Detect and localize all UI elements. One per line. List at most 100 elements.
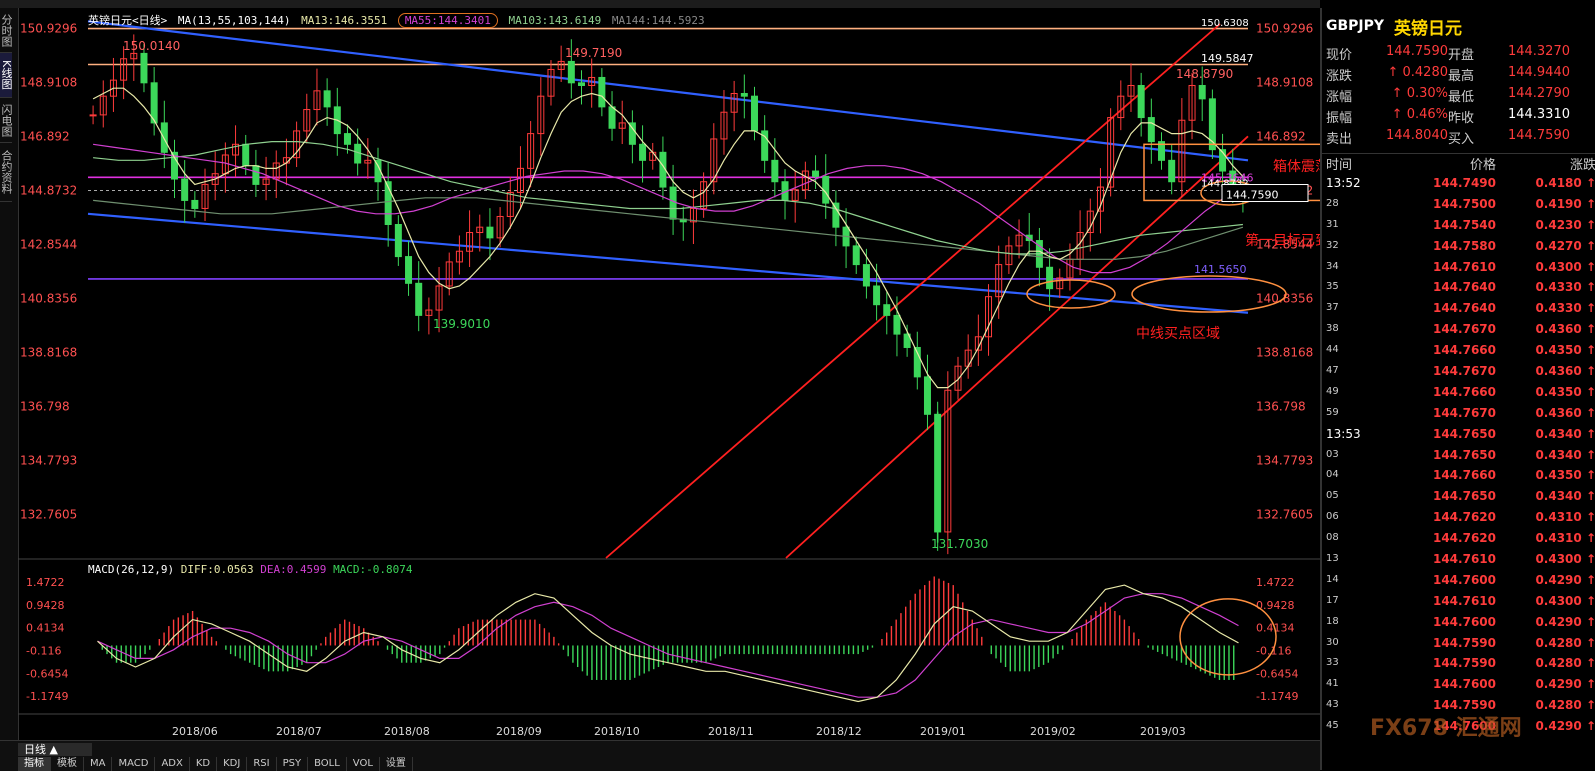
- tick-row: 41 144.7600 0.4290 ↑: [1326, 674, 1595, 695]
- y-tick-left: 148.9108: [20, 76, 77, 90]
- tick-row: 13:53 144.7650 0.4340 ↑: [1326, 424, 1595, 445]
- candle-body: [608, 106, 616, 129]
- tick-p: 144.7600: [1432, 614, 1496, 629]
- left-nav: 分时图 K线图 闪电图 合约资料: [0, 8, 19, 740]
- candle-body: [893, 314, 901, 335]
- indicator-tab[interactable]: VOL: [347, 757, 380, 771]
- tick-t: 31: [1326, 218, 1339, 230]
- channel-lower-blue: [87, 212, 1249, 314]
- tick-row: 35 144.7640 0.4330 ↑: [1326, 277, 1595, 298]
- legend-ma55: MA55:144.3401: [397, 13, 498, 28]
- tick-list[interactable]: 13:52 144.7490 0.4180 ↑ 28 144.7500 0.4190 ↑ 3…: [1322, 173, 1595, 737]
- nav-tab[interactable]: K线图: [0, 53, 13, 98]
- indicator-tab[interactable]: MACD: [112, 757, 156, 771]
- nav-tab[interactable]: 闪电图: [0, 98, 13, 143]
- tick-row: 03 144.7650 0.4340 ↑: [1326, 445, 1595, 466]
- tick-t: 04: [1326, 469, 1339, 481]
- tick-row: 38 144.7670 0.4360 ↑: [1326, 319, 1595, 340]
- candle-body: [1137, 84, 1145, 119]
- macd-y-tick-left: -0.116: [26, 644, 61, 657]
- tick-row: 05 144.7650 0.4340 ↑: [1326, 486, 1595, 507]
- quote-l2: 最高: [1448, 69, 1475, 84]
- tick-t: 17: [1326, 594, 1339, 606]
- macd-y-tick-left: 1.4722: [26, 576, 65, 589]
- indicator-tab[interactable]: ADX: [155, 757, 190, 771]
- tick-p: 144.7670: [1432, 322, 1496, 337]
- top-toolbar: 返回首页15153060日周月季年tick多日自选股屏蔽画图通知资讯学校: [0, 0, 1320, 8]
- quote-v1: ↑ 0.30%: [1391, 86, 1448, 101]
- quote-v1: ↑ 0.46%: [1391, 107, 1448, 122]
- high-label-3: 148.8790: [1176, 67, 1233, 81]
- tick-p: 144.7650: [1432, 426, 1496, 441]
- level-label-141: 141.5650: [1194, 263, 1247, 276]
- ma103-line: [93, 141, 1243, 255]
- indicator-tab[interactable]: KDJ: [217, 757, 248, 771]
- tick-c: 0.4300 ↑: [1535, 552, 1595, 567]
- tick-p: 144.7540: [1432, 217, 1496, 232]
- candle-body: [852, 245, 860, 266]
- candle-body: [750, 95, 758, 132]
- tick-t: 28: [1326, 197, 1339, 209]
- indicator-tab[interactable]: 模板: [51, 757, 84, 771]
- x-tick-label: 2018/07: [276, 725, 322, 738]
- quote-v2: 144.2790: [1507, 86, 1570, 101]
- tick-t: 33: [1326, 657, 1339, 669]
- macd-y-tick-right: -0.6454: [1256, 667, 1298, 680]
- tick-row: 13:52 144.7490 0.4180 ↑: [1326, 173, 1595, 194]
- quote-v2: 144.9440: [1507, 65, 1570, 80]
- y-tick-left: 136.798: [20, 399, 70, 413]
- y-tick-right: 136.798: [1256, 399, 1306, 413]
- indicator-tab[interactable]: PSY: [277, 757, 309, 771]
- tick-t: 59: [1326, 406, 1339, 418]
- tick-t: 34: [1326, 260, 1339, 272]
- quote-v2: 144.7590: [1507, 128, 1570, 143]
- tick-c: 0.4330 ↑: [1535, 280, 1595, 295]
- indicator-tab[interactable]: RSI: [247, 757, 277, 771]
- y-tick-left: 142.8544: [20, 237, 77, 251]
- tick-t: 06: [1326, 511, 1339, 523]
- tick-table-header: 时间 价格 涨跌: [1322, 153, 1595, 173]
- tick-c: 0.4230 ↑: [1535, 217, 1595, 232]
- tick-t: 44: [1326, 344, 1339, 356]
- tick-p: 144.7490: [1432, 176, 1496, 190]
- x-tick-label: 2019/02: [1030, 725, 1076, 738]
- period-selector[interactable]: 日线 ▲: [18, 743, 92, 756]
- tick-row: 08 144.7620 0.4310 ↑: [1326, 528, 1595, 549]
- macd-value: MACD:-0.8074: [333, 563, 413, 576]
- quote-grid: 现价 144.7590 开盘 144.3270 涨跌 ↑ 0.4280 最高 144.9440…: [1322, 44, 1595, 147]
- nav-tab[interactable]: 分时图: [0, 8, 13, 53]
- tick-p: 144.7660: [1432, 343, 1496, 358]
- x-tick-label: 2019/01: [920, 725, 966, 738]
- macd-dea: DEA:0.4599: [260, 563, 327, 576]
- nav-tab[interactable]: 合约资料: [0, 143, 13, 202]
- indicator-tab[interactable]: KD: [190, 757, 218, 771]
- quote-l2: 开盘: [1448, 48, 1475, 63]
- indicator-tab[interactable]: MA: [84, 757, 113, 771]
- tick-p: 144.7660: [1432, 384, 1496, 399]
- watermark-logo: FX678 汇通网: [1370, 716, 1522, 741]
- th-time: 时间: [1326, 158, 1353, 173]
- candle-body: [740, 93, 748, 97]
- tick-c: 0.4190 ↑: [1535, 196, 1595, 211]
- indicator-tab[interactable]: 指标: [18, 757, 51, 771]
- tick-row: 31 144.7540 0.4230 ↑: [1326, 215, 1595, 236]
- indicator-tab[interactable]: BOLL: [308, 757, 347, 771]
- candle-body: [669, 186, 677, 220]
- tick-row: 32 144.7580 0.4270 ↑: [1326, 236, 1595, 257]
- tick-c: 0.4350 ↑: [1535, 468, 1595, 483]
- tick-p: 144.7590: [1432, 635, 1496, 650]
- tick-c: 0.4350 ↑: [1535, 343, 1595, 358]
- tick-row: 49 144.7660 0.4350 ↑: [1326, 382, 1595, 403]
- y-tick-left: 138.8168: [20, 345, 77, 359]
- candle-body: [89, 114, 97, 117]
- quote-v1: ↑ 0.4280: [1387, 65, 1448, 80]
- x-tick-label: 2018/06: [172, 725, 218, 738]
- tick-p: 144.7640: [1432, 301, 1496, 316]
- tick-p: 144.7620: [1432, 531, 1496, 546]
- candle-body: [1046, 266, 1054, 290]
- low-label-2: 131.7030: [931, 537, 988, 551]
- tick-t: 05: [1326, 490, 1339, 502]
- indicator-tab[interactable]: 设置: [380, 757, 413, 771]
- note-first-target: 第一目标已到达: [1245, 232, 1320, 249]
- macd-legend: MACD(26,12,9) DIFF:0.0563 DEA:0.4599 MAC…: [88, 563, 413, 576]
